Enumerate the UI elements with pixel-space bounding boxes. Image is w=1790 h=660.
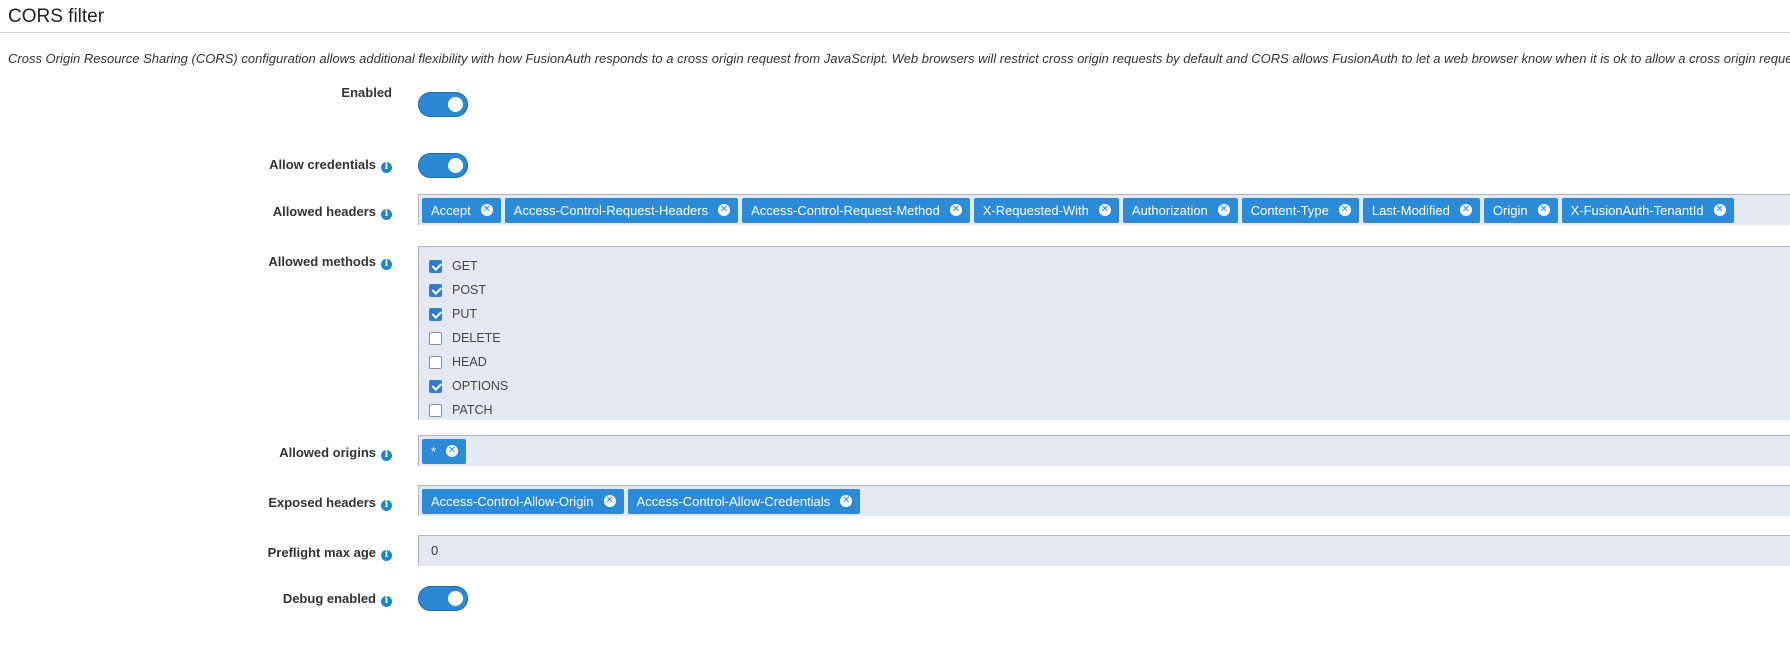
remove-tag-icon[interactable]: ✕ [446,445,459,457]
info-icon[interactable]: i [381,162,392,173]
remove-tag-icon[interactable]: ✕ [480,204,493,216]
tag-chip-label: Access-Control-Allow-Origin [431,493,594,509]
remove-tag-icon[interactable]: ✕ [949,204,962,216]
allowed-headers-chips: Accept ✕ Access-Control-Request-Headers ✕ Ac… [419,195,1790,225]
method-label: HEAD [452,355,487,369]
toggle-knob [448,591,463,606]
tag-chip-label: X-FusionAuth-TenantId [1570,202,1704,218]
tag-chip: Access-Control-Request-Headers ✕ [504,197,739,223]
tag-chip: Access-Control-Allow-Origin ✕ [422,488,624,514]
preflight-max-age-label: Preflight max age i [0,545,392,561]
enabled-label: Enabled [0,85,392,100]
method-label: OPTIONS [452,379,509,393]
tag-chip-label: Authorization [1131,202,1208,218]
method-checkbox[interactable] [429,259,442,273]
remove-tag-icon[interactable]: ✕ [1217,204,1230,216]
method-label: GET [452,259,478,273]
tag-chip-label: * [431,443,437,459]
method-checkbox[interactable] [429,379,442,393]
tag-chip-label: Last-Modified [1371,202,1450,218]
info-icon[interactable]: i [381,209,392,220]
tag-chip-label: Access-Control-Request-Headers [513,202,709,218]
preflight-max-age-input[interactable]: 0 [418,535,1790,566]
tag-chip-label: Accept [431,202,471,218]
remove-tag-icon[interactable]: ✕ [1713,204,1726,216]
section-divider [0,32,1790,33]
method-option-get[interactable]: GET [429,254,1790,278]
allowed-origins-input[interactable]: * ✕ [418,435,1790,466]
toggle-knob [448,97,463,112]
tag-chip: Access-Control-Allow-Credentials ✕ [627,488,861,514]
info-icon[interactable]: i [381,259,392,270]
method-option-post[interactable]: POST [429,278,1790,302]
tag-chip: Accept ✕ [422,197,501,223]
tag-chip-label: Content-Type [1250,202,1329,218]
debug-enabled-label-text: Debug enabled [282,591,376,606]
tag-chip-label: X-Requested-With [982,202,1089,218]
exposed-headers-label-text: Exposed headers [268,495,376,510]
method-label: POST [452,283,487,297]
exposed-headers-chips: Access-Control-Allow-Origin ✕ Access-Contr… [419,486,1790,516]
allowed-methods-label-text: Allowed methods [268,254,376,269]
tag-chip: Origin ✕ [1483,197,1558,223]
method-option-put[interactable]: PUT [429,302,1790,326]
preflight-max-age-value: 0 [431,543,439,558]
allowed-origins-chips: * ✕ [419,436,1790,466]
remove-tag-icon[interactable]: ✕ [1459,204,1472,216]
remove-tag-icon[interactable]: ✕ [840,495,853,507]
allow-credentials-label: Allow credentials i [0,157,392,173]
exposed-headers-label: Exposed headers i [0,495,392,511]
tag-chip: Last-Modified ✕ [1362,197,1480,223]
method-option-head[interactable]: HEAD [429,350,1790,374]
tag-chip: Access-Control-Request-Method ✕ [742,197,970,223]
method-checkbox[interactable] [429,403,442,417]
tag-chip: X-FusionAuth-TenantId ✕ [1561,197,1734,223]
remove-tag-icon[interactable]: ✕ [1537,204,1550,216]
remove-tag-icon[interactable]: ✕ [1338,204,1351,216]
allowed-methods-list: GET POST PUT DELETE HEAD OPTIONS PATCH [419,247,1790,422]
enabled-label-text: Enabled [341,85,392,100]
method-checkbox[interactable] [429,355,442,369]
remove-tag-icon[interactable]: ✕ [603,495,616,507]
tag-chip: X-Requested-With ✕ [973,197,1119,223]
preflight-max-age-label-text: Preflight max age [267,545,376,560]
info-icon[interactable]: i [381,500,392,511]
tag-chip-label: Access-Control-Allow-Credentials [636,493,831,509]
tag-chip-label: Access-Control-Request-Method [751,202,940,218]
method-label: PATCH [452,403,493,417]
allow-credentials-label-text: Allow credentials [269,157,376,172]
allowed-headers-input[interactable]: Accept ✕ Access-Control-Request-Headers ✕ Ac… [418,194,1790,225]
method-label: PUT [452,307,477,321]
method-option-options[interactable]: OPTIONS [429,374,1790,398]
method-label: DELETE [452,331,501,345]
allowed-origins-label: Allowed origins i [0,445,392,461]
tag-chip: Content-Type ✕ [1241,197,1359,223]
section-title: CORS filter [8,6,105,27]
info-icon[interactable]: i [381,450,392,461]
allowed-headers-label-text: Allowed headers [272,204,376,219]
allow-credentials-toggle[interactable] [418,153,468,178]
tag-chip: * ✕ [422,438,467,464]
method-option-delete[interactable]: DELETE [429,326,1790,350]
allowed-methods-label: Allowed methods i [0,254,392,270]
toggle-knob [448,158,463,173]
method-option-patch[interactable]: PATCH [429,398,1790,422]
debug-enabled-toggle[interactable] [418,586,468,611]
allowed-origins-label-text: Allowed origins [279,445,376,460]
exposed-headers-input[interactable]: Access-Control-Allow-Origin ✕ Access-Contr… [418,485,1790,516]
tag-chip-label: Origin [1492,202,1528,218]
method-checkbox[interactable] [429,307,442,321]
section-description: Cross Origin Resource Sharing (CORS) con… [8,51,1790,66]
enabled-toggle[interactable] [418,92,468,117]
allowed-headers-label: Allowed headers i [0,204,392,220]
remove-tag-icon[interactable]: ✕ [1098,204,1111,216]
debug-enabled-label: Debug enabled i [0,591,392,607]
remove-tag-icon[interactable]: ✕ [718,204,731,216]
tag-chip: Authorization ✕ [1122,197,1238,223]
allowed-methods-box: GET POST PUT DELETE HEAD OPTIONS PATCH [418,246,1790,420]
method-checkbox[interactable] [429,331,442,345]
info-icon[interactable]: i [381,550,392,561]
info-icon[interactable]: i [381,596,392,607]
method-checkbox[interactable] [429,283,442,297]
